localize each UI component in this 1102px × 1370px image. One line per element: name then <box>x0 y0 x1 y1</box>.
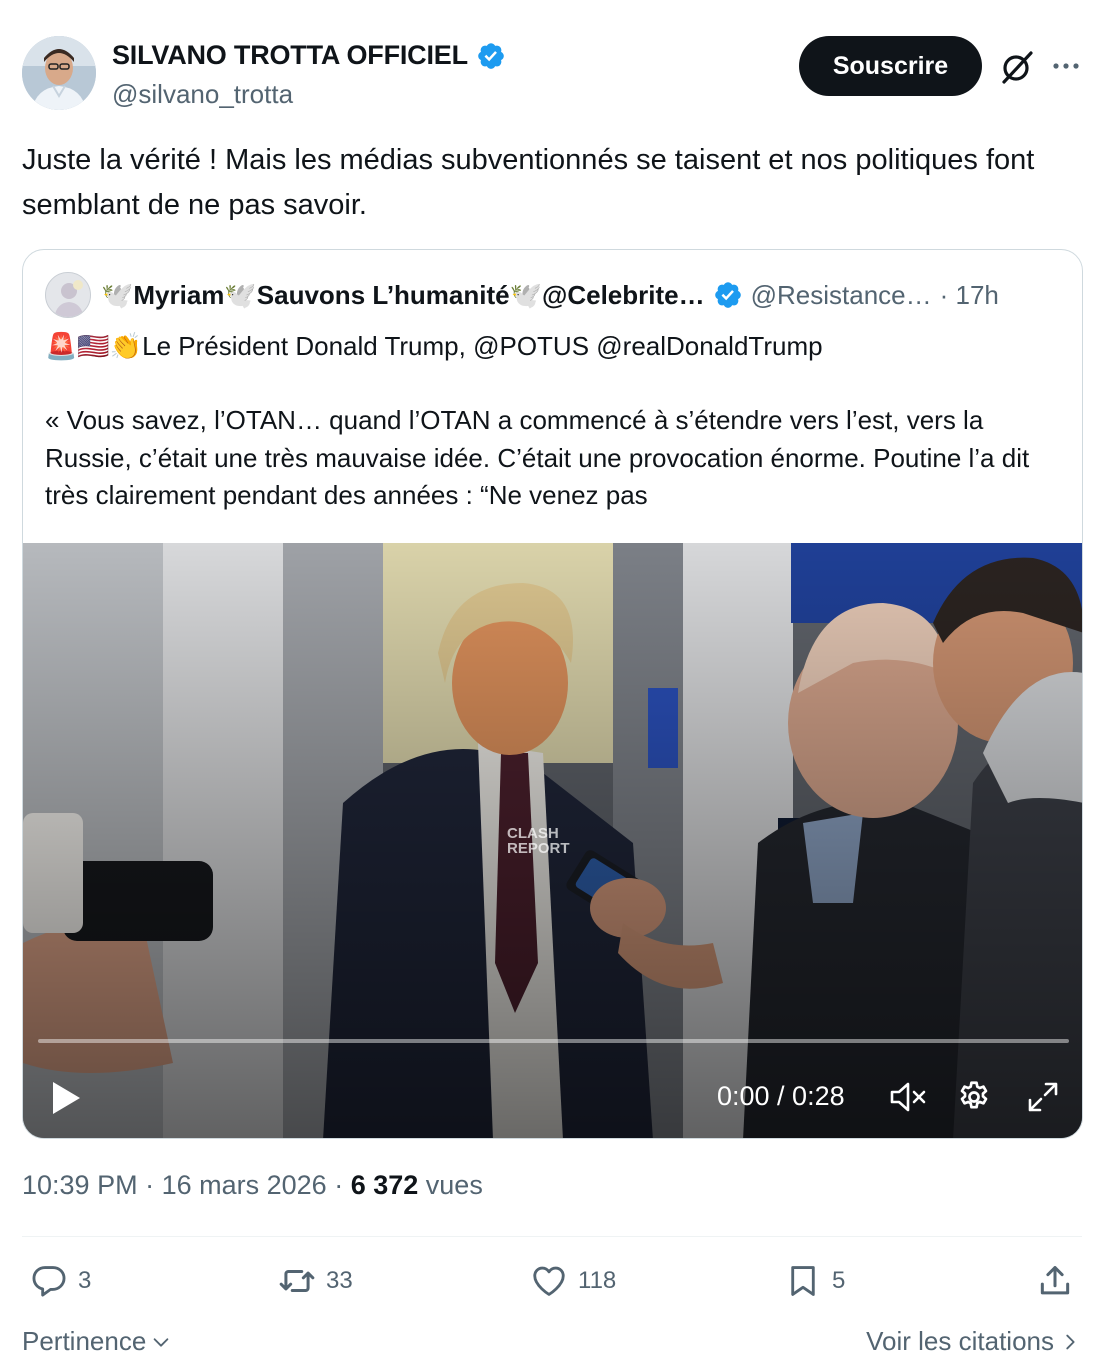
chevron-down-icon <box>153 1337 169 1347</box>
author-avatar[interactable] <box>22 36 96 110</box>
divider <box>22 1236 1082 1237</box>
reply-button[interactable]: 3 <box>30 1262 91 1300</box>
grok-icon[interactable] <box>998 48 1036 86</box>
video-watermark: CLASH REPORT <box>507 825 570 857</box>
verified-badge-icon <box>714 282 741 308</box>
sort-label: Pertinence <box>22 1326 147 1356</box>
quote-first-line-text: Le Président Donald Trump, @POTUS @realD… <box>142 331 823 361</box>
like-count: 118 <box>578 1267 617 1294</box>
subscribe-button[interactable]: Souscrire <box>799 36 982 96</box>
tweet-date[interactable]: 16 mars 2026 <box>162 1170 327 1200</box>
quote-author-name[interactable]: 🕊️Myriam🕊️Sauvons L’humanité🕊️@Celebrite… <box>101 280 705 311</box>
heart-icon <box>533 1266 565 1296</box>
retweet-button[interactable]: 33 <box>278 1262 353 1300</box>
play-icon[interactable] <box>49 1079 83 1117</box>
bookmark-button[interactable]: 5 <box>784 1262 845 1300</box>
tweet-meta: 10:39 PM · 16 mars 2026 · 6 372 vues <box>22 1170 483 1200</box>
video-time: 0:00 / 0:28 <box>717 1081 845 1111</box>
quote-header: 🕊️Myriam🕊️Sauvons L’humanité🕊️@Celebrite… <box>45 272 1065 318</box>
share-button[interactable] <box>1036 1262 1074 1300</box>
bookmark-icon <box>791 1266 815 1296</box>
quote-first-line: 🚨🇺🇸👏 Le Président Donald Trump, @POTUS @… <box>45 328 1065 364</box>
muted-volume-icon[interactable] <box>889 1080 929 1114</box>
retweet-count: 33 <box>326 1267 353 1294</box>
video-player[interactable]: WASHINGT <box>23 543 1082 1138</box>
author-name[interactable]: SILVANO TROTTA OFFICIEL <box>112 40 468 71</box>
fullscreen-icon[interactable] <box>1026 1080 1060 1114</box>
tweet-actions: 3 33 118 5 <box>22 1262 1082 1308</box>
quoted-tweet[interactable]: 🕊️Myriam🕊️Sauvons L’humanité🕊️@Celebrite… <box>22 249 1083 1139</box>
retweet-icon <box>279 1269 315 1293</box>
author-handle[interactable]: @silvano_trotta <box>112 79 506 110</box>
quote-emoji: 🚨🇺🇸👏 <box>45 331 143 361</box>
settings-gear-icon[interactable] <box>956 1079 992 1115</box>
quote-body-text: « Vous savez, l’OTAN… quand l’OTAN a com… <box>45 405 1030 510</box>
tweet-text: Juste la vérité ! Mais les médias subven… <box>22 144 1035 221</box>
bookmark-count: 5 <box>832 1267 846 1294</box>
more-options-icon[interactable] <box>1050 50 1082 82</box>
share-icon <box>1040 1266 1070 1295</box>
quote-author-handle[interactable]: @Resistance… <box>751 280 932 311</box>
reply-icon <box>32 1266 66 1297</box>
reply-count: 3 <box>78 1267 92 1294</box>
views-label: vues <box>425 1170 483 1200</box>
view-quotes-label: Voir les citations <box>866 1326 1054 1356</box>
video-progress-bar[interactable] <box>38 1039 1069 1043</box>
view-quotes-link[interactable]: Voir les citations <box>866 1326 1080 1357</box>
quote-avatar[interactable] <box>45 272 91 318</box>
tweet-time[interactable]: 10:39 PM <box>22 1170 138 1200</box>
quote-timestamp[interactable]: · 17h <box>940 280 999 311</box>
views-count: 6 372 <box>350 1170 419 1200</box>
chevron-right-icon <box>1066 1334 1075 1349</box>
sort-dropdown[interactable]: Pertinence <box>22 1326 172 1357</box>
like-button[interactable]: 118 <box>530 1262 616 1300</box>
tweet-header: SILVANO TROTTA OFFICIEL @silvano_trotta … <box>22 36 1082 112</box>
author-block: SILVANO TROTTA OFFICIEL @silvano_trotta <box>112 40 506 110</box>
verified-badge-icon[interactable] <box>476 41 506 71</box>
